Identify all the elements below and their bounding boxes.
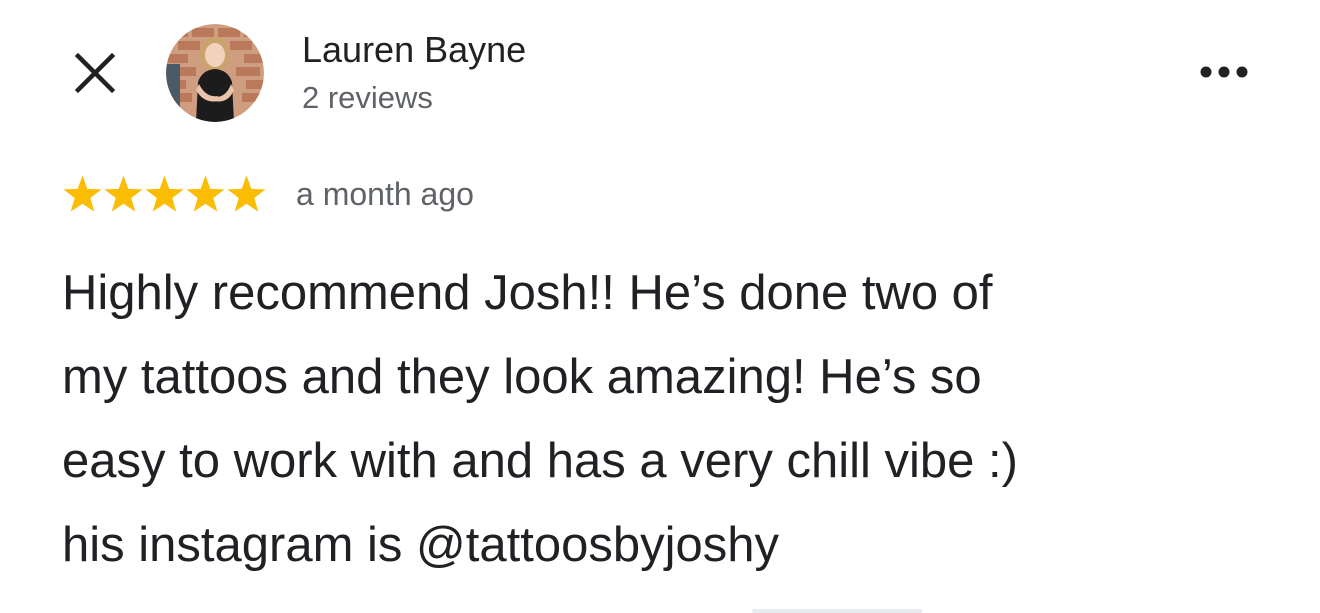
review-text-line: his instagram is @tattoosbyjoshy bbox=[62, 518, 779, 572]
star-filled-icon bbox=[145, 175, 184, 212]
more-horizontal-icon bbox=[1200, 66, 1248, 78]
star-filled-icon bbox=[63, 175, 102, 212]
review-text-line: easy to work with and has a very chill v… bbox=[62, 434, 1018, 488]
close-button[interactable] bbox=[72, 50, 118, 96]
scroll-indicator bbox=[752, 609, 922, 613]
review-text: Highly recommend Josh!! He’s done two of… bbox=[62, 251, 1262, 587]
review-count: 2 reviews bbox=[302, 80, 433, 115]
star-filled-icon bbox=[227, 175, 266, 212]
star-filled-icon bbox=[104, 175, 143, 212]
author-name[interactable]: Lauren Bayne bbox=[302, 28, 526, 72]
review-text-line: my tattoos and they look amazing! He’s s… bbox=[62, 350, 982, 404]
star-rating bbox=[62, 173, 267, 215]
avatar[interactable] bbox=[166, 24, 264, 122]
review-text-line: Highly recommend Josh!! He’s done two of bbox=[62, 266, 993, 320]
star-filled-icon bbox=[186, 175, 225, 212]
close-icon bbox=[74, 52, 116, 94]
more-options-button[interactable] bbox=[1194, 58, 1254, 86]
review-time: a month ago bbox=[296, 176, 474, 212]
avatar-photo bbox=[166, 24, 264, 122]
